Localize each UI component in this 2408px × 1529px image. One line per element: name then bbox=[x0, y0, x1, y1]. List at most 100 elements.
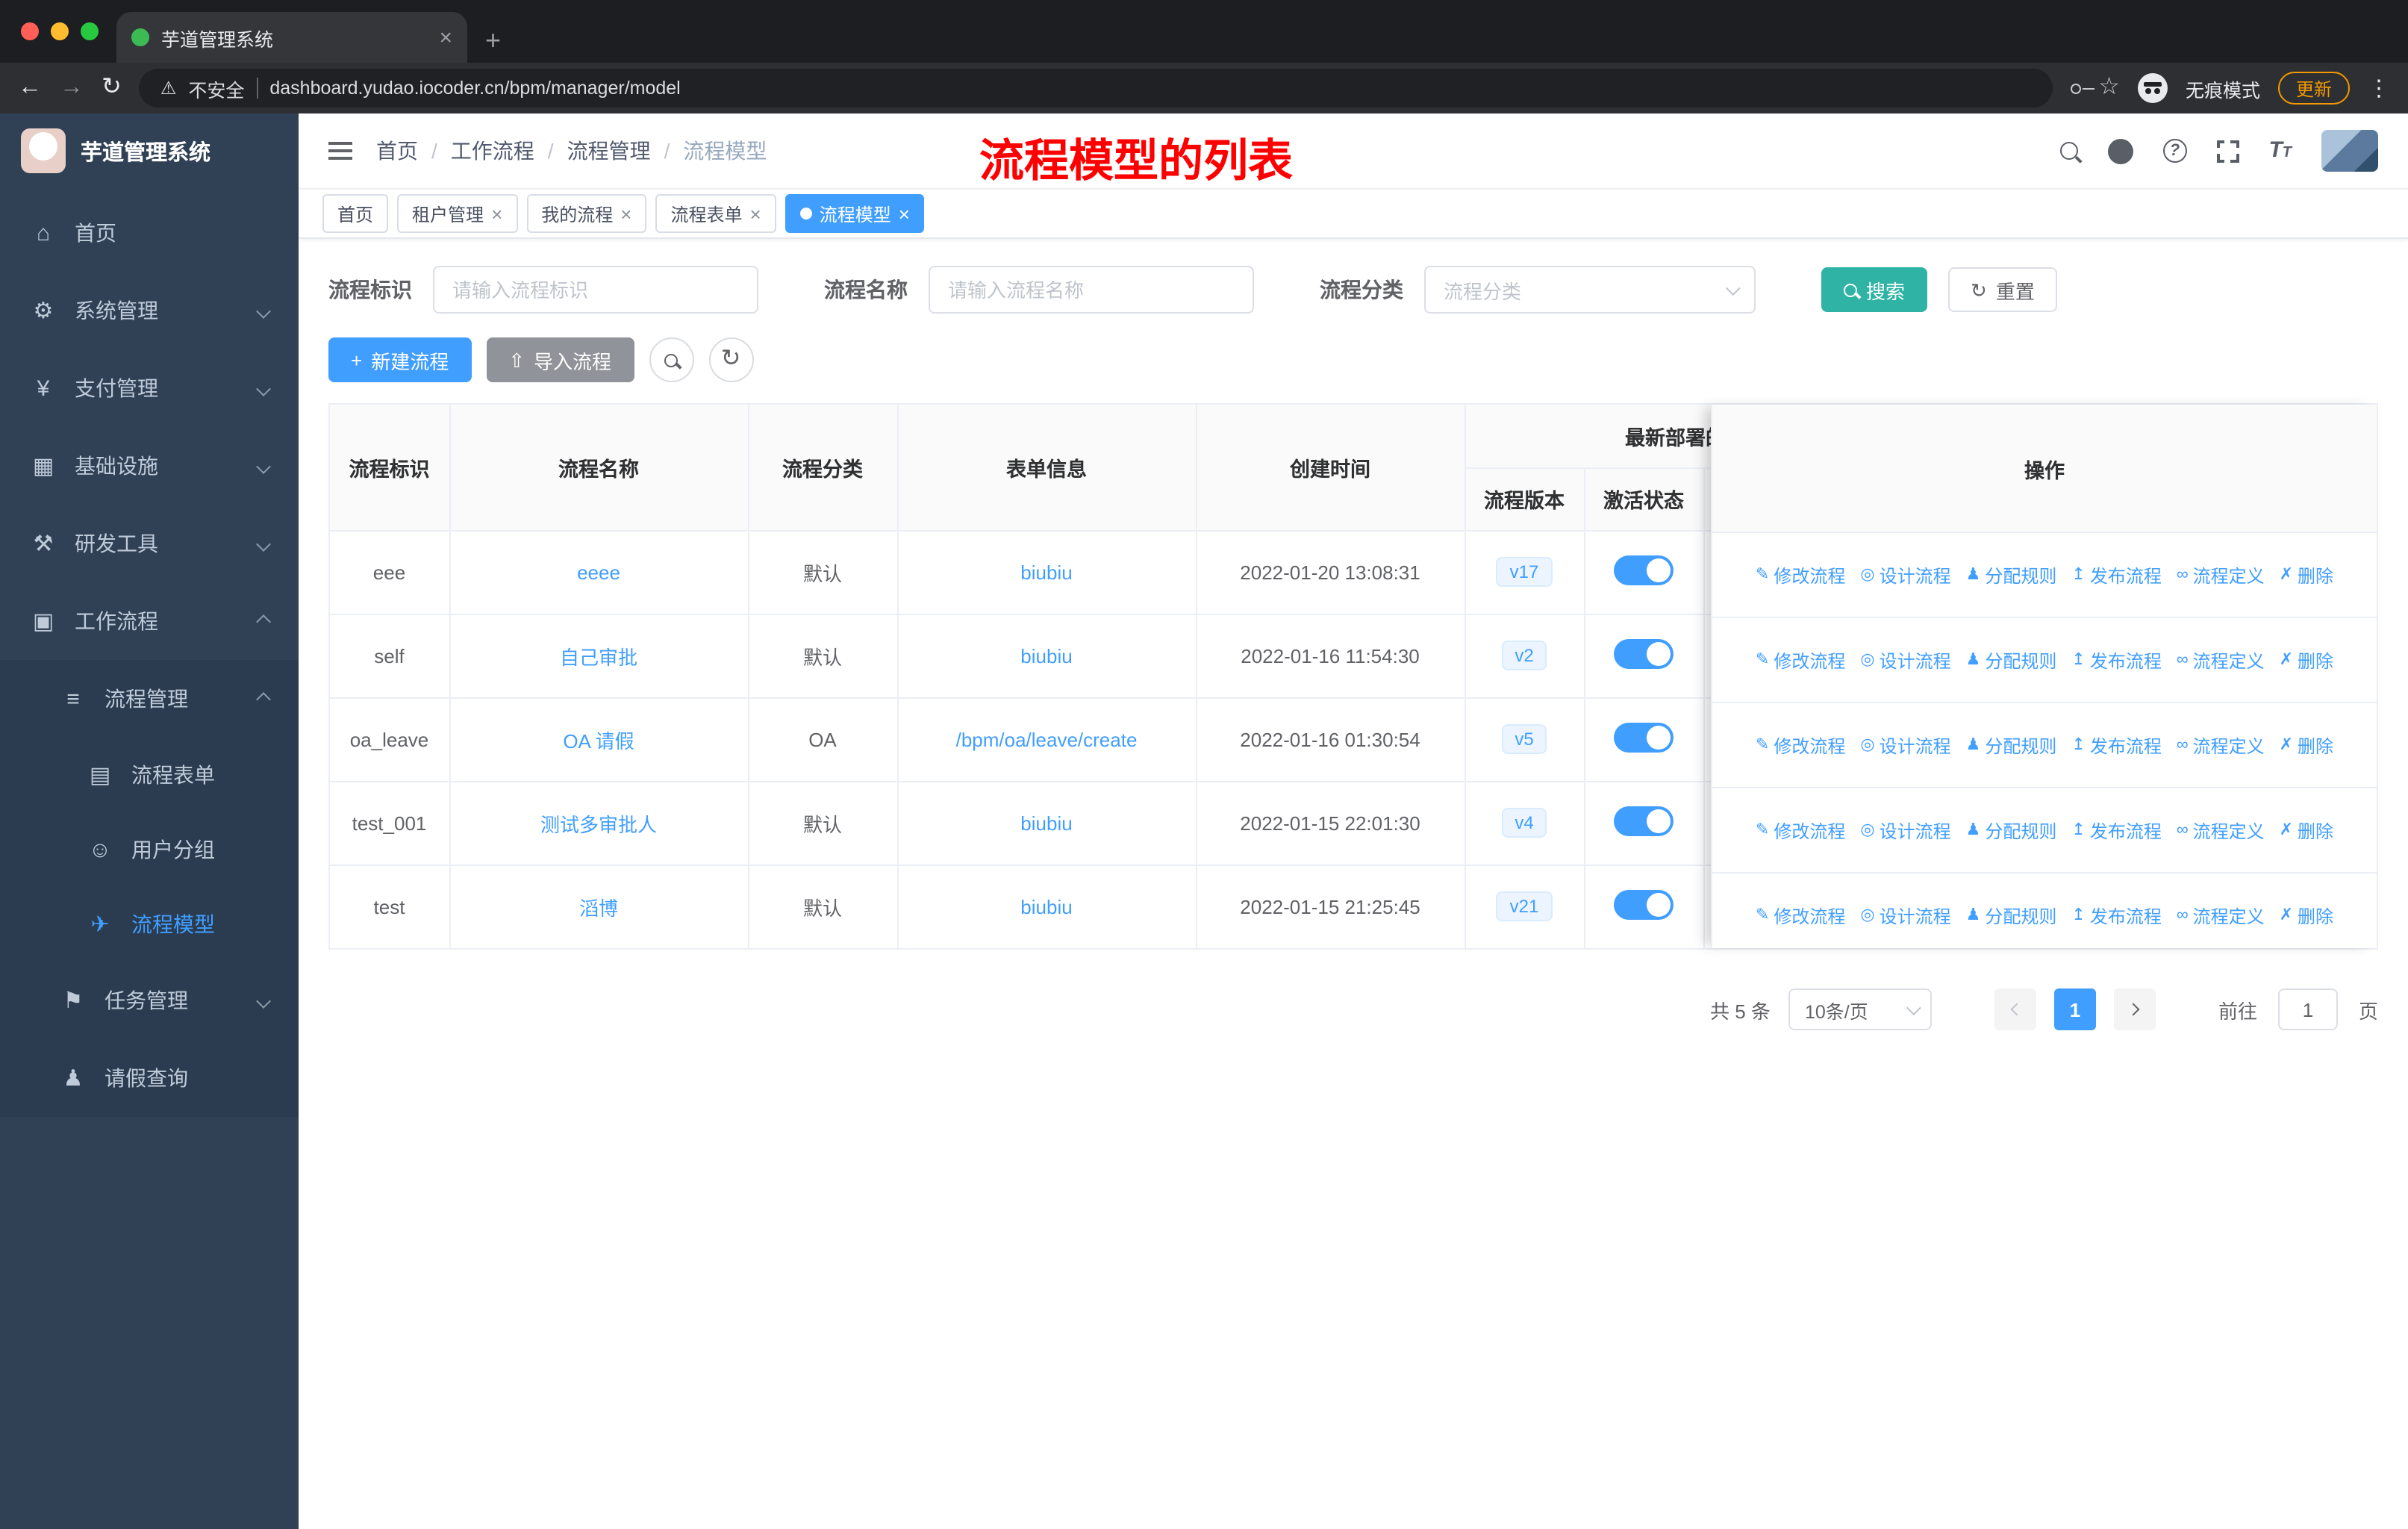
process-key-input[interactable] bbox=[433, 266, 758, 314]
active-toggle[interactable] bbox=[1614, 638, 1674, 668]
sidebar-fold-icon[interactable] bbox=[328, 142, 352, 160]
process-definition-link[interactable]: 流程定义 bbox=[2177, 903, 2265, 929]
design-process-link[interactable]: 设计流程 bbox=[1860, 647, 1951, 673]
goto-page-input[interactable] bbox=[2277, 988, 2338, 1030]
process-definition-link[interactable]: 流程定义 bbox=[2177, 732, 2265, 758]
active-toggle[interactable] bbox=[1614, 722, 1674, 752]
delete-process-link[interactable]: 删除 bbox=[2280, 732, 2333, 758]
assign-rule-link[interactable]: 分配规则 bbox=[1966, 903, 2056, 929]
password-key-icon[interactable] bbox=[2070, 83, 2094, 93]
delete-process-link[interactable]: 删除 bbox=[2280, 818, 2333, 843]
form-link[interactable]: /bpm/oa/leave/create bbox=[956, 728, 1138, 750]
sidebar-item-task-management[interactable]: 任务管理 bbox=[0, 962, 299, 1039]
publish-process-link[interactable]: 发布流程 bbox=[2071, 818, 2162, 843]
import-process-button[interactable]: 导入流程 bbox=[486, 337, 634, 382]
sidebar-item-workflow[interactable]: 工作流程 bbox=[0, 582, 299, 660]
sidebar-item-process-model[interactable]: 流程模型 bbox=[0, 887, 299, 962]
font-size-icon[interactable] bbox=[2268, 137, 2292, 164]
close-window-button[interactable] bbox=[21, 22, 39, 40]
modify-process-link[interactable]: 修改流程 bbox=[1756, 818, 1845, 843]
active-toggle[interactable] bbox=[1614, 555, 1674, 585]
publish-process-link[interactable]: 发布流程 bbox=[2071, 732, 2162, 758]
publish-process-link[interactable]: 发布流程 bbox=[2071, 647, 2162, 673]
fullscreen-icon[interactable] bbox=[2215, 138, 2241, 164]
modify-process-link[interactable]: 修改流程 bbox=[1756, 732, 1845, 758]
sidebar-item-home[interactable]: 首页 bbox=[0, 194, 299, 272]
create-process-button[interactable]: 新建流程 bbox=[328, 337, 472, 382]
process-name-link[interactable]: eeee bbox=[577, 561, 620, 583]
close-icon[interactable] bbox=[491, 204, 502, 223]
delete-process-link[interactable]: 删除 bbox=[2280, 647, 2333, 673]
reset-button[interactable]: 重置 bbox=[1948, 267, 2057, 312]
sidebar-item-payment[interactable]: 支付管理 bbox=[0, 349, 299, 427]
publish-process-link[interactable]: 发布流程 bbox=[2071, 903, 2162, 929]
search-icon[interactable] bbox=[2059, 142, 2078, 160]
sidebar-item-leave-query[interactable]: 请假查询 bbox=[0, 1039, 299, 1117]
github-icon[interactable] bbox=[2107, 138, 2133, 164]
tab-close-icon[interactable] bbox=[439, 26, 452, 49]
close-icon[interactable] bbox=[899, 204, 910, 223]
modify-process-link[interactable]: 修改流程 bbox=[1756, 562, 1845, 588]
delete-process-link[interactable]: 删除 bbox=[2280, 903, 2333, 929]
zoom-window-button[interactable] bbox=[81, 22, 99, 40]
process-name-link[interactable]: OA 请假 bbox=[563, 729, 634, 752]
avatar[interactable] bbox=[2321, 130, 2378, 172]
forward-button[interactable] bbox=[60, 76, 84, 100]
process-definition-link[interactable]: 流程定义 bbox=[2177, 562, 2265, 588]
process-name-link[interactable]: 测试多审批人 bbox=[540, 813, 657, 835]
breadcrumb-workflow[interactable]: 工作流程 bbox=[451, 136, 554, 166]
search-button[interactable]: 搜索 bbox=[1821, 267, 1928, 312]
bookmark-star-icon[interactable] bbox=[2098, 76, 2120, 100]
active-toggle[interactable] bbox=[1614, 889, 1674, 920]
refresh-table-button[interactable] bbox=[708, 337, 754, 382]
sidebar-item-process-management[interactable]: 流程管理 bbox=[0, 660, 299, 738]
process-category-select[interactable]: 流程分类 bbox=[1424, 266, 1756, 314]
modify-process-link[interactable]: 修改流程 bbox=[1756, 903, 1845, 929]
form-link[interactable]: biubiu bbox=[1020, 812, 1072, 834]
breadcrumb-process-management[interactable]: 流程管理 bbox=[567, 136, 670, 166]
sidebar-item-user-group[interactable]: 用户分组 bbox=[0, 812, 299, 887]
browser-tab[interactable]: 芋道管理系统 bbox=[116, 12, 467, 63]
process-definition-link[interactable]: 流程定义 bbox=[2177, 647, 2265, 673]
update-button[interactable]: 更新 bbox=[2277, 72, 2350, 105]
assign-rule-link[interactable]: 分配规则 bbox=[1966, 732, 2056, 758]
browser-menu-icon[interactable] bbox=[2368, 77, 2390, 99]
assign-rule-link[interactable]: 分配规则 bbox=[1966, 818, 2056, 843]
design-process-link[interactable]: 设计流程 bbox=[1860, 732, 1951, 758]
design-process-link[interactable]: 设计流程 bbox=[1860, 903, 1951, 929]
toggle-search-button[interactable] bbox=[649, 337, 694, 382]
active-toggle[interactable] bbox=[1614, 806, 1674, 835]
close-icon[interactable] bbox=[750, 204, 761, 223]
close-icon[interactable] bbox=[620, 204, 631, 223]
prev-page-button[interactable] bbox=[1994, 988, 2036, 1030]
next-page-button[interactable] bbox=[2113, 988, 2156, 1030]
form-link[interactable]: biubiu bbox=[1020, 561, 1072, 583]
modify-process-link[interactable]: 修改流程 bbox=[1756, 647, 1845, 673]
tag-process-model[interactable]: 流程模型 bbox=[785, 194, 925, 233]
assign-rule-link[interactable]: 分配规则 bbox=[1966, 647, 2056, 673]
page-size-select[interactable]: 10条/页 bbox=[1788, 988, 1932, 1030]
back-button[interactable] bbox=[18, 76, 42, 100]
tag-home[interactable]: 首页 bbox=[322, 194, 389, 233]
tag-my-process[interactable]: 我的流程 bbox=[526, 194, 647, 233]
sidebar-item-process-form[interactable]: 流程表单 bbox=[0, 738, 299, 812]
design-process-link[interactable]: 设计流程 bbox=[1860, 818, 1951, 843]
minimize-window-button[interactable] bbox=[51, 22, 69, 40]
design-process-link[interactable]: 设计流程 bbox=[1860, 562, 1951, 588]
tag-process-form[interactable]: 流程表单 bbox=[655, 194, 776, 233]
page-number-button[interactable]: 1 bbox=[2053, 988, 2096, 1030]
process-name-link[interactable]: 自己审批 bbox=[560, 646, 637, 668]
breadcrumb-home[interactable]: 首页 bbox=[376, 136, 437, 166]
tag-tenant[interactable]: 租户管理 bbox=[397, 194, 518, 233]
address-bar[interactable]: 不安全 dashboard.yudao.iocoder.cn/bpm/manag… bbox=[139, 69, 2053, 108]
new-tab-button[interactable] bbox=[485, 27, 501, 54]
process-name-input[interactable] bbox=[929, 266, 1254, 314]
form-link[interactable]: biubiu bbox=[1020, 644, 1072, 667]
form-link[interactable]: biubiu bbox=[1020, 896, 1072, 918]
assign-rule-link[interactable]: 分配规则 bbox=[1966, 562, 2056, 588]
process-definition-link[interactable]: 流程定义 bbox=[2177, 818, 2265, 843]
publish-process-link[interactable]: 发布流程 bbox=[2071, 562, 2162, 588]
help-icon[interactable] bbox=[2162, 139, 2187, 163]
sidebar-item-infrastructure[interactable]: 基础设施 bbox=[0, 427, 299, 505]
reload-button[interactable] bbox=[102, 76, 122, 100]
